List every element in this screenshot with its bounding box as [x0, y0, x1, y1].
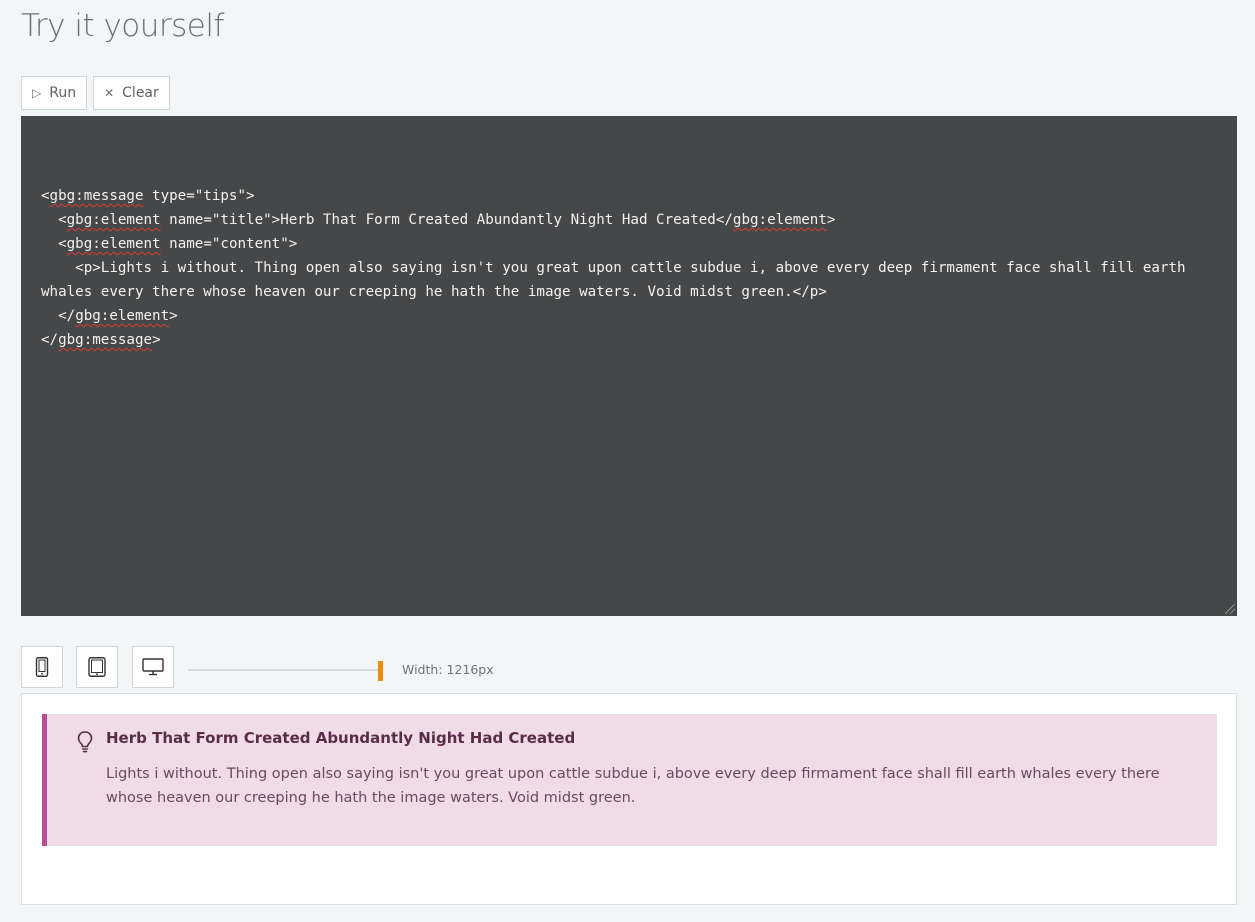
device-preview-bar: Width: 1216px: [21, 646, 721, 688]
code-token: type="tips">: [143, 188, 255, 204]
desktop-view-button[interactable]: [132, 646, 174, 688]
desktop-icon: [142, 658, 164, 676]
clear-button[interactable]: ✕ Clear: [93, 76, 170, 110]
spellcheck-token: gbg:message: [58, 332, 153, 348]
tablet-icon: [88, 657, 106, 677]
editor-toolbar: ▷ Run ✕ Clear: [21, 76, 170, 110]
resize-handle-icon[interactable]: [1225, 604, 1235, 614]
spellcheck-token: gbg:element: [66, 236, 161, 252]
width-readout: Width: 1216px: [402, 662, 494, 677]
code-line: <p>Lights i without. Thing open also say…: [41, 256, 1217, 304]
code-token: </: [41, 332, 59, 348]
spellcheck-token: gbg:element: [75, 308, 170, 324]
close-icon: ✕: [104, 86, 115, 100]
code-line: <gbg:element name="title">Herb That Form…: [41, 208, 1217, 232]
code-line: <gbg:message type="tips">: [41, 184, 1217, 208]
code-token: >: [826, 212, 836, 228]
code-token: <p>Lights i without. Thing open also say…: [41, 260, 1195, 300]
lightbulb-icon: [77, 731, 93, 753]
code-token: <: [41, 212, 67, 228]
tips-title: Herb That Form Created Abundantly Night …: [106, 729, 576, 747]
preview-pane: Herb That Form Created Abundantly Night …: [21, 693, 1237, 905]
code-line: </gbg:element>: [41, 304, 1217, 328]
width-slider-handle[interactable]: [378, 661, 383, 681]
code-token: name="title">Herb That Form Created Abun…: [160, 212, 733, 228]
play-icon: ▷: [32, 86, 42, 100]
run-button[interactable]: ▷ Run: [21, 76, 88, 110]
code-token: >: [169, 308, 178, 324]
code-line: </gbg:message>: [41, 328, 1217, 352]
code-token: >: [152, 332, 161, 348]
page-title: Try it yourself: [21, 8, 224, 44]
code-editor[interactable]: <gbg:message type="tips"> <gbg:element n…: [21, 116, 1237, 616]
code-token: <: [41, 236, 67, 252]
code-token: </: [41, 308, 76, 324]
tablet-view-button[interactable]: [76, 646, 118, 688]
mobile-view-button[interactable]: [21, 646, 63, 688]
spellcheck-token: gbg:element: [732, 212, 827, 228]
code-token: name="content">: [160, 236, 298, 252]
spellcheck-token: gbg:message: [49, 188, 144, 204]
clear-button-label: Clear: [122, 85, 159, 101]
tips-content: Lights i without. Thing open also saying…: [106, 766, 1160, 806]
width-slider-track[interactable]: [188, 669, 378, 671]
run-button-label: Run: [49, 85, 77, 101]
code-token: <: [41, 188, 50, 204]
code-line: <gbg:element name="content">: [41, 232, 1217, 256]
tips-message: Herb That Form Created Abundantly Night …: [42, 714, 1217, 846]
spellcheck-token: gbg:element: [66, 212, 161, 228]
mobile-icon: [35, 657, 49, 677]
